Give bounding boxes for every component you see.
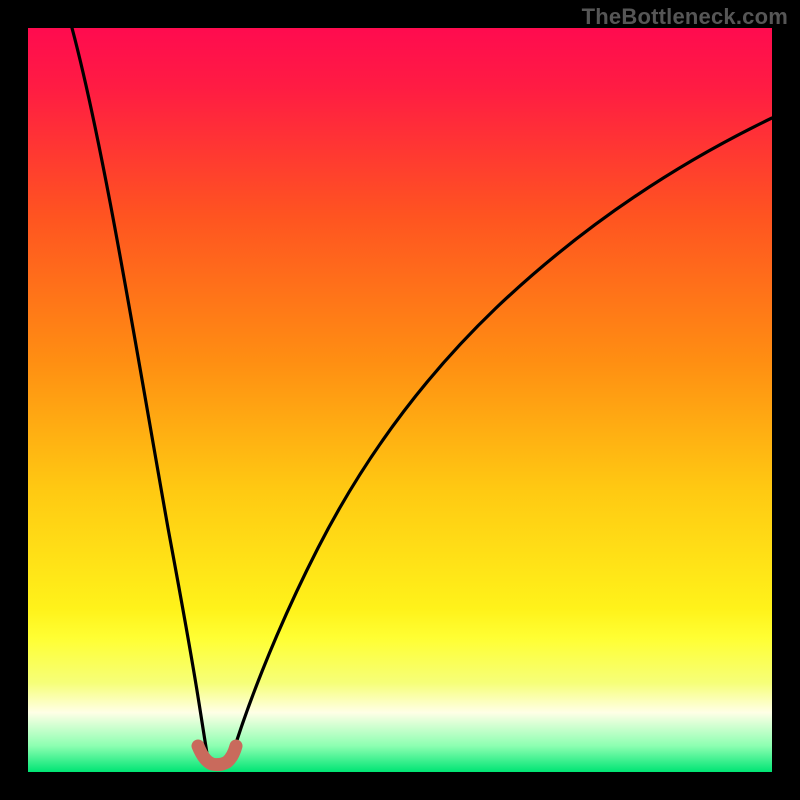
gradient-background [28,28,772,772]
plot-frame [28,28,772,772]
bottleneck-chart [28,28,772,772]
watermark-text: TheBottleneck.com [582,4,788,30]
